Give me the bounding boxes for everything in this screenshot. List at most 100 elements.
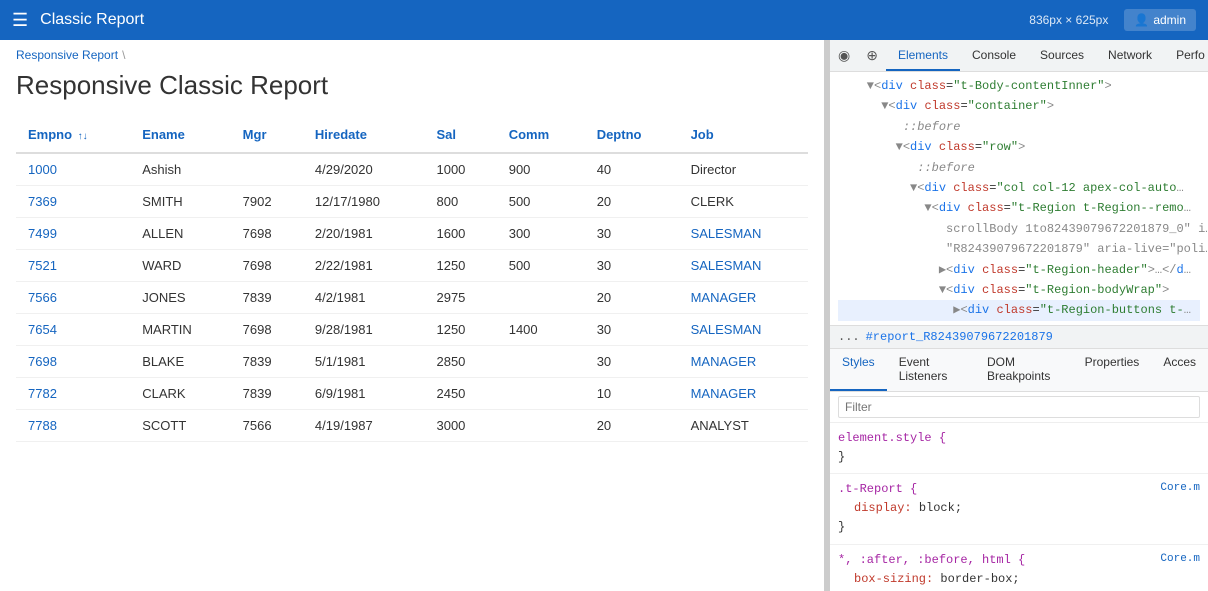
cell-ename: MARTIN: [130, 314, 230, 346]
cell-deptno: 20: [585, 282, 679, 314]
cell-hiredate: 2/20/1981: [303, 218, 425, 250]
cell-mgr: 7566: [231, 410, 303, 442]
styles-tabs: Styles Event Listeners DOM Breakpoints P…: [830, 349, 1208, 392]
styles-tab-styles[interactable]: Styles: [830, 349, 887, 391]
top-bar: ☰ Classic Report 836px × 625px 👤 admin: [0, 0, 1208, 40]
table-row: 7788SCOTT75664/19/1987300020ANALYST: [16, 410, 808, 442]
styles-tab-properties[interactable]: Properties: [1073, 349, 1152, 391]
cell-mgr: 7698: [231, 250, 303, 282]
breadcrumb-link[interactable]: Responsive Report: [16, 48, 118, 62]
cell-empno[interactable]: 1000: [16, 153, 130, 186]
cell-job: MANAGER: [679, 378, 808, 410]
tree-line-5: ::before: [838, 158, 1200, 178]
cell-job: CLERK: [679, 186, 808, 218]
cell-deptno: 30: [585, 218, 679, 250]
cell-empno[interactable]: 7499: [16, 218, 130, 250]
cell-mgr: 7698: [231, 314, 303, 346]
classic-report-table: Empno ↑↓ Ename Mgr Hiredate Sal Comm Dep…: [16, 117, 808, 442]
cell-mgr: [231, 153, 303, 186]
col-mgr[interactable]: Mgr: [231, 117, 303, 153]
cell-hiredate: 4/29/2020: [303, 153, 425, 186]
css-brace-2: }: [838, 520, 845, 534]
cell-job: ANALYST: [679, 410, 808, 442]
cell-job: MANAGER: [679, 282, 808, 314]
tree-line-6: ▼<div class="col col-12 apex-col-auto…: [838, 178, 1200, 198]
selector-id[interactable]: #report_R82439079672201879: [866, 330, 1053, 344]
cell-sal: 1250: [424, 250, 496, 282]
css-rule-star: Core.m *, :after, :before, html { box-si…: [830, 545, 1208, 591]
tree-line-9: "R82439079672201879" aria-live="poli…: [838, 239, 1200, 259]
tree-line-4: ▼<div class="row">: [838, 137, 1200, 157]
cell-mgr: 7839: [231, 378, 303, 410]
cell-comm: [497, 410, 585, 442]
table-row: 7782CLARK78396/9/1981245010MANAGER: [16, 378, 808, 410]
cell-comm: 300: [497, 218, 585, 250]
breadcrumb: Responsive Report \: [0, 40, 824, 66]
menu-icon[interactable]: ☰: [12, 10, 28, 31]
css-selector-t-report: .t-Report {: [838, 482, 917, 496]
table-header-row: Empno ↑↓ Ename Mgr Hiredate Sal Comm Dep…: [16, 117, 808, 153]
cell-job: Director: [679, 153, 808, 186]
tab-sources[interactable]: Sources: [1028, 40, 1096, 71]
styles-filter[interactable]: [830, 392, 1208, 423]
cell-deptno: 10: [585, 378, 679, 410]
col-sal[interactable]: Sal: [424, 117, 496, 153]
tree-line-12-selected[interactable]: ▶<div class="t-Region-buttons t-…: [838, 300, 1200, 320]
styles-tab-accessibility[interactable]: Acces: [1151, 349, 1208, 391]
tab-network[interactable]: Network: [1096, 40, 1164, 71]
tab-elements[interactable]: Elements: [886, 40, 960, 71]
app-title: Classic Report: [40, 11, 1029, 29]
styles-tab-dom-breakpoints[interactable]: DOM Breakpoints: [975, 349, 1073, 391]
selector-bar: ... #report_R82439079672201879: [830, 325, 1208, 349]
cell-empno[interactable]: 7521: [16, 250, 130, 282]
cell-comm: 1400: [497, 314, 585, 346]
user-button[interactable]: 👤 admin: [1124, 9, 1196, 31]
cell-hiredate: 12/17/1980: [303, 186, 425, 218]
col-hiredate[interactable]: Hiredate: [303, 117, 425, 153]
css-source-2[interactable]: Core.m: [1160, 551, 1200, 569]
cell-job: SALESMAN: [679, 314, 808, 346]
page-title: Responsive Classic Report: [0, 66, 824, 117]
styles-tab-event-listeners[interactable]: Event Listeners: [887, 349, 975, 391]
devtools-inspect-icon[interactable]: ◉: [830, 47, 858, 64]
cell-hiredate: 4/19/1987: [303, 410, 425, 442]
html-tree: ▼<div class="t-Body-contentInner"> ▼<div…: [830, 72, 1208, 325]
cell-sal: 800: [424, 186, 496, 218]
breadcrumb-separator: \: [122, 48, 125, 62]
cell-job: SALESMAN: [679, 250, 808, 282]
devtools-panel: ◉ ⊕ Elements Console Sources Network Per…: [829, 40, 1208, 591]
cell-empno[interactable]: 7782: [16, 378, 130, 410]
col-ename[interactable]: Ename: [130, 117, 230, 153]
cell-mgr: 7698: [231, 218, 303, 250]
tree-line-11: ▼<div class="t-Region-bodyWrap">: [838, 280, 1200, 300]
cell-empno[interactable]: 7566: [16, 282, 130, 314]
cell-mgr: 7839: [231, 282, 303, 314]
tab-performance[interactable]: Perfo: [1164, 40, 1208, 71]
cell-ename: JONES: [130, 282, 230, 314]
col-deptno[interactable]: Deptno: [585, 117, 679, 153]
cell-hiredate: 5/1/1981: [303, 346, 425, 378]
cell-empno[interactable]: 7788: [16, 410, 130, 442]
user-label: admin: [1153, 13, 1186, 27]
col-comm[interactable]: Comm: [497, 117, 585, 153]
cell-sal: 2850: [424, 346, 496, 378]
cell-deptno: 30: [585, 250, 679, 282]
tree-line-2: ▼<div class="container">: [838, 96, 1200, 116]
css-source-1[interactable]: Core.m: [1160, 480, 1200, 498]
left-panel: Responsive Report \ Responsive Classic R…: [0, 40, 825, 591]
css-selector-star: *, :after, :before, html {: [838, 553, 1025, 567]
devtools-device-icon[interactable]: ⊕: [858, 47, 886, 64]
col-empno[interactable]: Empno ↑↓: [16, 117, 130, 153]
styles-filter-input[interactable]: [838, 396, 1200, 418]
css-selector-element-style: element.style {: [838, 431, 946, 445]
cell-sal: 2975: [424, 282, 496, 314]
cell-ename: SCOTT: [130, 410, 230, 442]
tree-line-3: ::before: [838, 117, 1200, 137]
tab-console[interactable]: Console: [960, 40, 1028, 71]
main-split: Responsive Report \ Responsive Classic R…: [0, 40, 1208, 591]
cell-ename: Ashish: [130, 153, 230, 186]
cell-empno[interactable]: 7369: [16, 186, 130, 218]
col-job[interactable]: Job: [679, 117, 808, 153]
cell-empno[interactable]: 7654: [16, 314, 130, 346]
cell-empno[interactable]: 7698: [16, 346, 130, 378]
